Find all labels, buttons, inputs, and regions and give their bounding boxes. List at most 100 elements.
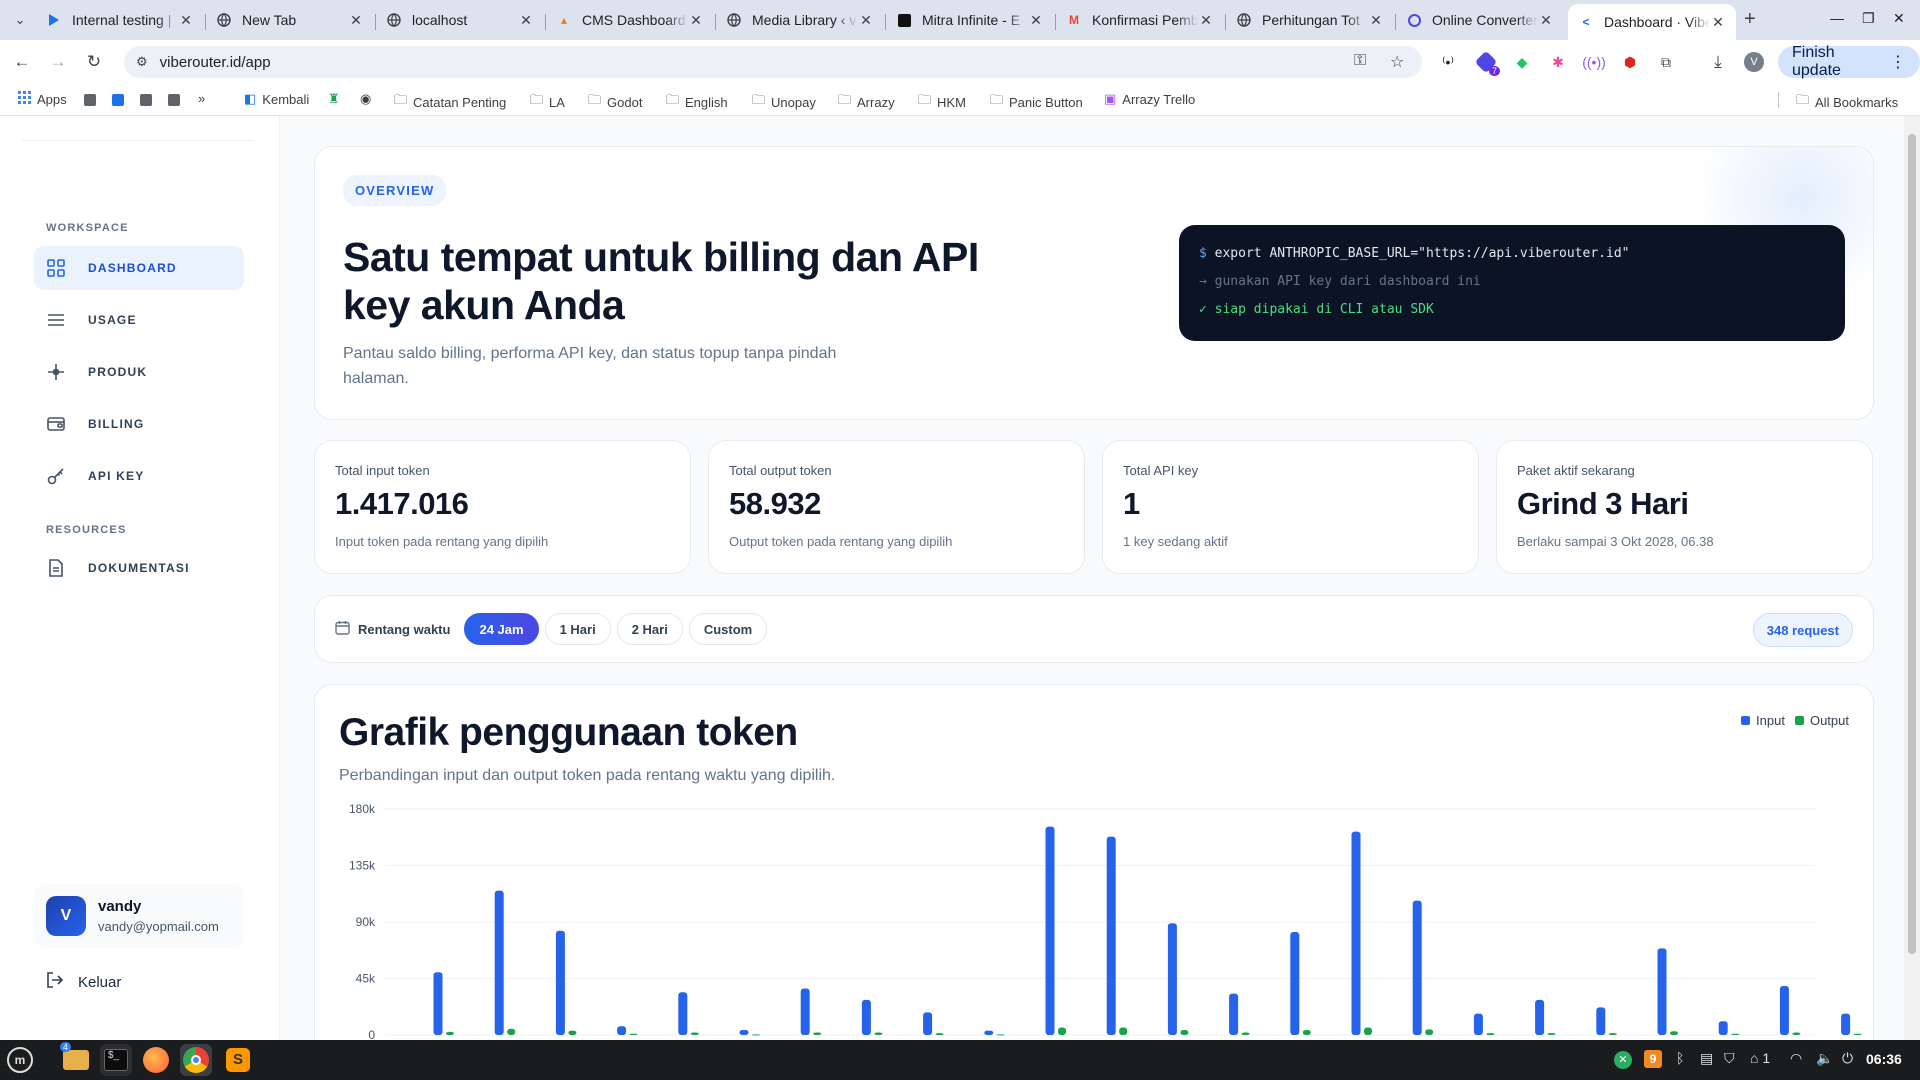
bookmark-folder[interactable]: 🗀 Arrazy: [838, 91, 895, 113]
bookmark-item[interactable]: ▣ Arrazy Trello: [1104, 91, 1195, 107]
bar-output[interactable]: [1547, 1033, 1556, 1035]
close-tab-icon[interactable]: ✕: [1368, 12, 1384, 29]
bar-input[interactable]: [494, 890, 504, 1035]
browser-tab[interactable]: localhost ✕: [376, 4, 544, 36]
bookmark-favicon-icon[interactable]: [140, 94, 152, 106]
bluetooth-icon[interactable]: ᛒ: [1676, 1050, 1684, 1066]
bar-input[interactable]: [1657, 948, 1667, 1035]
close-window-icon[interactable]: ✕: [1893, 10, 1905, 27]
notification-badge[interactable]: 9: [1644, 1050, 1662, 1068]
bar-input[interactable]: [1106, 836, 1116, 1035]
files-app-icon[interactable]: 4: [60, 1042, 92, 1076]
bar-output[interactable]: [1119, 1027, 1128, 1035]
sidebar-item-produk[interactable]: PRODUK: [34, 350, 244, 394]
sidebar-item-api-key[interactable]: API KEY: [34, 454, 244, 498]
bar-input[interactable]: [555, 930, 565, 1035]
bookmark-favicon-icon[interactable]: [112, 94, 124, 106]
tab-search-icon[interactable]: ⌄: [8, 8, 32, 32]
download-icon[interactable]: ⤓: [1708, 52, 1728, 72]
extension-icon[interactable]: ◆: [1512, 52, 1532, 72]
extension-icon[interactable]: 7: [1474, 50, 1500, 76]
bar-output[interactable]: [874, 1032, 883, 1035]
firefox-app-icon[interactable]: [140, 1044, 172, 1076]
browser-tab-active[interactable]: < Dashboard · Vibe ✕: [1568, 4, 1736, 40]
kde-connect-icon[interactable]: ✕: [1614, 1050, 1632, 1069]
bar-input[interactable]: [433, 972, 443, 1035]
user-card[interactable]: V vandy vandy@yopmail.com: [34, 884, 244, 948]
bar-input[interactable]: [1596, 1007, 1606, 1035]
bookmark-folder[interactable]: 🗀 LA: [530, 91, 565, 113]
bar-input[interactable]: [861, 999, 871, 1035]
browser-tab[interactable]: New Tab ✕: [206, 4, 374, 36]
browser-tab[interactable]: Media Library ‹ v ✕: [716, 4, 884, 36]
more-bookmarks-icon[interactable]: »: [198, 91, 205, 106]
puzzle-icon[interactable]: ⧉: [1656, 52, 1676, 72]
bar-input[interactable]: [1473, 1013, 1483, 1035]
bookmark-folder[interactable]: 🗀 English: [666, 91, 728, 113]
bar-output[interactable]: [507, 1028, 516, 1035]
bar-input[interactable]: [1045, 826, 1055, 1035]
bar-input[interactable]: [984, 1030, 994, 1035]
range-chip-2-hari[interactable]: 2 Hari: [616, 613, 683, 645]
bar-output[interactable]: [935, 1033, 944, 1035]
close-tab-icon[interactable]: ✕: [178, 12, 194, 29]
bookmark-folder[interactable]: 🗀 Godot: [588, 91, 642, 113]
bar-output[interactable]: [1364, 1027, 1372, 1035]
bar-input[interactable]: [1535, 999, 1545, 1035]
bar-output[interactable]: [752, 1034, 760, 1036]
bar-input[interactable]: [1841, 1013, 1851, 1035]
scrollbar-thumb[interactable]: [1908, 134, 1916, 954]
bar-output[interactable]: [1425, 1029, 1434, 1035]
bookmark-folder[interactable]: 🗀 Unopay: [752, 91, 816, 113]
finish-update-button[interactable]: Finish update ⋮: [1778, 44, 1920, 79]
close-tab-icon[interactable]: ✕: [688, 12, 704, 29]
browser-tab[interactable]: ▴ CMS Dashboard ✕: [546, 4, 714, 36]
sublime-app-icon[interactable]: S: [222, 1044, 254, 1076]
bookmark-globe-icon[interactable]: ◉: [360, 91, 371, 107]
bookmark-item[interactable]: ◧ Kembali: [244, 91, 309, 107]
bookmark-folder[interactable]: 🗀 Catatan Penting: [394, 91, 506, 113]
chrome-app-icon[interactable]: [180, 1044, 212, 1076]
shield-icon[interactable]: ⛉: [1724, 1050, 1735, 1067]
bar-output[interactable]: [996, 1034, 1005, 1036]
volume-icon[interactable]: 🔈: [1816, 1050, 1833, 1067]
terminal-app-icon[interactable]: $_: [100, 1044, 132, 1076]
bar-output[interactable]: [629, 1033, 638, 1035]
clipboard-icon[interactable]: ▤: [1700, 1050, 1713, 1067]
bar-input[interactable]: [1718, 1021, 1728, 1035]
bar-input[interactable]: [1412, 900, 1422, 1035]
bar-input[interactable]: [678, 992, 688, 1035]
bar-input[interactable]: [1290, 932, 1300, 1035]
page-scrollbar[interactable]: [1904, 116, 1920, 1040]
bookmark-star-icon[interactable]: ☆: [1390, 52, 1404, 72]
bookmark-folder[interactable]: 🗀 HKM: [918, 91, 966, 113]
extension-icon[interactable]: ⁽•⁾: [1438, 52, 1458, 72]
range-chip-custom[interactable]: Custom: [688, 613, 768, 645]
profile-avatar[interactable]: V: [1744, 52, 1764, 72]
bookmark-folder[interactable]: 🗀 Panic Button: [990, 91, 1083, 113]
all-bookmarks[interactable]: 🗀 All Bookmarks: [1796, 91, 1898, 113]
update-manager-icon[interactable]: ⌂ 1: [1750, 1050, 1770, 1066]
sidebar-item-dokumentasi[interactable]: DOKUMENTASI: [34, 546, 244, 590]
bar-output[interactable]: [1180, 1029, 1189, 1035]
bar-output[interactable]: [1731, 1033, 1740, 1035]
bar-output[interactable]: [690, 1032, 699, 1035]
logout-button[interactable]: Keluar: [46, 971, 121, 993]
close-tab-icon[interactable]: ✕: [518, 12, 534, 29]
sidebar-item-billing[interactable]: BILLING: [34, 402, 244, 446]
forward-icon[interactable]: →: [46, 50, 70, 74]
close-tab-icon[interactable]: ✕: [1198, 12, 1214, 29]
close-tab-icon[interactable]: ✕: [858, 12, 874, 29]
power-icon[interactable]: ⏻: [1842, 1050, 1853, 1067]
wifi-icon[interactable]: ◠: [1790, 1050, 1802, 1067]
bar-output[interactable]: [1670, 1031, 1678, 1035]
bar-input[interactable]: [1351, 831, 1361, 1035]
bar-output[interactable]: [1486, 1033, 1495, 1035]
extension-icon[interactable]: ((•)): [1582, 52, 1606, 72]
bookmark-favicon-icon[interactable]: ♜: [328, 91, 340, 107]
address-bar[interactable]: ⚙ viberouter.id/app ⚿ ☆: [124, 46, 1422, 78]
bar-output[interactable]: [1853, 1033, 1862, 1035]
bar-input[interactable]: [800, 988, 810, 1035]
extension-icon[interactable]: ⬢: [1620, 52, 1640, 72]
bar-output[interactable]: [813, 1032, 822, 1035]
